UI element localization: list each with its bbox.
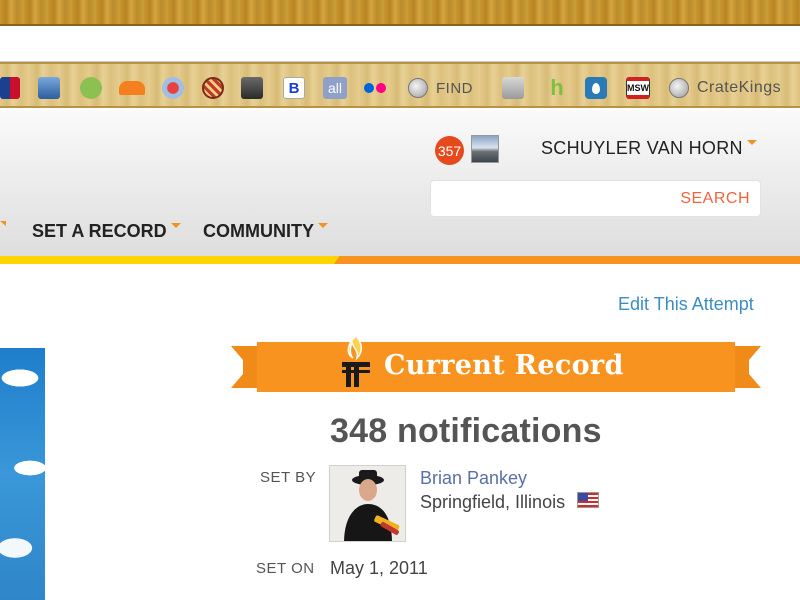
globe-icon — [408, 78, 428, 98]
banner-title: Current Record — [384, 350, 624, 381]
soundcloud-icon — [119, 81, 145, 95]
bookmark-houzz[interactable]: h — [546, 75, 568, 100]
bookmark-label: FIND — [436, 79, 473, 97]
bookmark-soundcloud[interactable] — [119, 77, 145, 99]
bookmark-cratekings[interactable]: CrateKings — [669, 77, 781, 99]
city-icon — [38, 77, 60, 99]
map-pin-icon — [162, 77, 184, 99]
mlb-icon — [0, 77, 20, 99]
header-stripe-orange — [334, 256, 800, 264]
bookmark-city[interactable] — [38, 77, 60, 99]
bookmarks-bar: B all FIND h MSW CrateKings — [0, 62, 800, 108]
photo-icon — [241, 77, 263, 99]
set-on-date: May 1, 2011 — [330, 558, 428, 578]
bookmark-pin[interactable] — [162, 77, 184, 99]
user-menu[interactable]: SCHUYLER VAN HORN — [541, 138, 757, 159]
setter-avatar[interactable] — [329, 465, 406, 542]
bookmark-msw[interactable]: MSW — [626, 77, 650, 99]
notification-badge[interactable]: 357 — [435, 136, 464, 165]
chat-bubble-icon — [80, 77, 102, 99]
record-value: 348 notifications — [330, 412, 602, 450]
bookmark-all[interactable]: all — [323, 77, 347, 99]
nav-set-a-record[interactable]: SET A RECORD — [32, 221, 181, 242]
msw-icon: MSW — [626, 77, 650, 99]
set-by-label: SET BY — [260, 469, 317, 486]
attempt-photo[interactable] — [0, 348, 45, 600]
bookmark-chat[interactable] — [80, 77, 102, 99]
all-icon: all — [323, 77, 347, 99]
user-name: SCHUYLER VAN HORN — [541, 138, 743, 158]
edit-attempt-link[interactable]: Edit This Attempt — [618, 294, 754, 315]
search-input[interactable] — [439, 187, 669, 211]
current-record-banner: Current Record — [231, 334, 761, 392]
setter-location: Springfield, Illinois — [420, 492, 566, 512]
bookmark-find[interactable]: FIND — [408, 77, 473, 99]
bookmark-label: CrateKings — [697, 79, 782, 96]
browser-toolbar — [0, 28, 800, 62]
b-icon: B — [283, 77, 305, 99]
us-flag-icon — [577, 492, 599, 508]
chevron-down-icon — [746, 140, 757, 145]
houzz-icon: h — [550, 75, 564, 100]
nav-community[interactable]: COMMUNITY — [203, 221, 328, 242]
avatar[interactable] — [471, 135, 499, 163]
bookmark-drop[interactable] — [585, 77, 607, 99]
bookmark-mlb[interactable] — [0, 77, 20, 99]
chevron-down-icon — [318, 223, 328, 228]
bookmark-photo[interactable] — [241, 77, 263, 99]
bookmark-flickr[interactable] — [364, 77, 386, 99]
drop-icon — [585, 77, 607, 99]
chevron-down-icon — [170, 223, 181, 228]
set-on-label: SET ON — [256, 560, 315, 577]
nav-label: SET A RECORD — [32, 221, 167, 241]
apple-icon — [502, 77, 524, 99]
banner-ribbon-tail — [743, 346, 761, 388]
bookmark-striped[interactable] — [202, 77, 224, 99]
torch-logo-icon — [342, 334, 370, 387]
chevron-down-icon — [0, 221, 6, 226]
person-photo-icon — [330, 466, 405, 541]
globe-icon — [669, 78, 689, 98]
bookmark-apple[interactable] — [502, 77, 524, 99]
header-stripe-yellow — [0, 256, 340, 264]
setter-name-link[interactable]: Brian Pankey — [420, 468, 527, 489]
nav-label: COMMUNITY — [203, 221, 314, 241]
striped-circle-icon — [202, 77, 224, 99]
search-box: SEARCH — [430, 180, 761, 217]
window-frame — [0, 0, 800, 26]
banner-ribbon-tail — [231, 346, 249, 388]
search-button[interactable]: SEARCH — [680, 190, 750, 208]
flickr-icon — [364, 83, 386, 93]
bookmark-b[interactable]: B — [283, 77, 305, 99]
